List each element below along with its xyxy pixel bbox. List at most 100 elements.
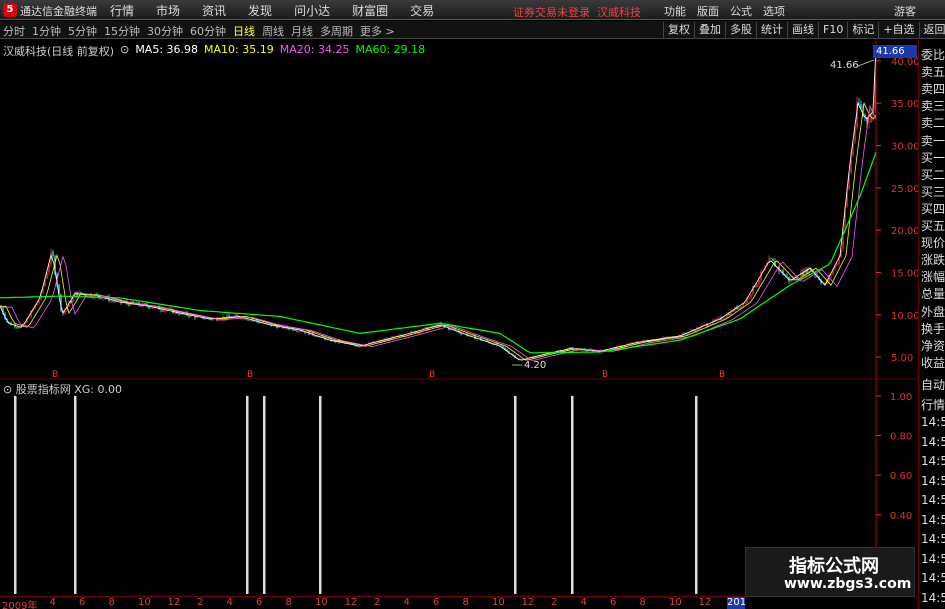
period-tab[interactable]: 周线 — [262, 23, 284, 39]
period-tab[interactable]: 更多 > — [360, 23, 395, 39]
chart-tool-button[interactable]: F10 — [818, 22, 847, 38]
candle-body — [694, 330, 696, 332]
menu-item-formula[interactable]: 公式 — [730, 3, 752, 19]
buy-marker: B — [247, 370, 253, 380]
chart-tool-button[interactable]: 复权 — [663, 22, 694, 38]
side-panel-label: 卖五 — [921, 65, 945, 80]
ma10-value: MA10: 35.19 — [204, 43, 274, 56]
period-tab[interactable]: 60分钟 — [190, 23, 226, 39]
candle-body — [750, 294, 752, 298]
candle-body — [758, 279, 760, 284]
chart-tool-button[interactable]: 叠加 — [694, 22, 725, 38]
main-y-tick-label: 25.00 — [891, 184, 918, 195]
ma10-line — [0, 101, 877, 361]
xg-signal-bar — [514, 395, 517, 594]
right-menu: 功能 版面 公式 选项 — [664, 3, 796, 19]
menu-item-market[interactable]: 市场 — [156, 2, 180, 19]
menu-item-ask[interactable]: 问小达 — [294, 2, 330, 19]
period-tab[interactable]: 30分钟 — [147, 23, 183, 39]
menu-item-wealth[interactable]: 财富圈 — [352, 2, 388, 19]
login-warning[interactable]: 证券交易未登录 汉威科技 — [513, 4, 641, 20]
period-tabs: 分时 1分钟 5分钟 15分钟 30分钟 60分钟 日线 周线 月线 多周期 更多 > — [3, 23, 402, 39]
candle-body — [16, 327, 18, 328]
ma5-value: MA5: 36.98 — [135, 43, 199, 56]
sub-y-tick-label: 0.60 — [890, 471, 912, 482]
period-tab[interactable]: 月线 — [291, 23, 313, 39]
period-tab[interactable]: 分时 — [3, 23, 25, 39]
candle-body — [452, 328, 454, 330]
period-tab[interactable]: 1分钟 — [32, 23, 61, 39]
side-panel-label: 14:5 — [921, 590, 945, 605]
candle-body — [738, 306, 740, 310]
sub-y-tick-label: 0.40 — [890, 511, 912, 522]
candle-body — [18, 327, 20, 329]
chart-tool-button[interactable]: 标记 — [847, 22, 878, 38]
side-panel-label: 行情 — [921, 397, 945, 412]
main-menu: 行情 市场 资讯 发现 问小达 财富圈 交易 — [110, 2, 456, 19]
candle-body — [296, 330, 298, 332]
time-axis-label: 10 — [315, 597, 328, 608]
chart-tool-button[interactable]: +自选 — [878, 22, 918, 38]
collapse-icon[interactable]: ⊙ — [120, 43, 129, 59]
candle-body — [160, 309, 162, 311]
side-panel-label: 涨跌 — [921, 253, 945, 268]
menu-item-layout[interactable]: 版面 — [697, 3, 719, 19]
menu-item-trade[interactable]: 交易 — [410, 2, 434, 19]
chart-tool-button[interactable]: 返回 — [918, 22, 945, 38]
side-panel-label: 14:50 — [921, 473, 945, 488]
side-panel-label: 买四 — [921, 201, 945, 216]
year-scroll-box[interactable]: 201 — [727, 597, 746, 609]
watermark-title: 指标公式网 — [789, 556, 879, 577]
chart-tool-button[interactable]: 统计 — [756, 22, 787, 38]
candle-body — [246, 319, 248, 321]
menu-item-discover[interactable]: 发现 — [248, 2, 272, 19]
side-panel-label: 换手 — [921, 321, 945, 336]
indicator-collapse-icon[interactable]: ⊙ — [3, 383, 12, 396]
xg-signal-bar — [74, 395, 77, 594]
candle-body — [52, 251, 54, 256]
period-tab[interactable]: 多周期 — [320, 23, 353, 39]
side-panel-label: 14:50 — [921, 434, 945, 449]
candle-body — [360, 346, 362, 348]
chart-tool-button[interactable]: 画线 — [787, 22, 818, 38]
candle-body — [860, 104, 862, 109]
menu-item-function[interactable]: 功能 — [664, 3, 686, 19]
candle-body — [228, 315, 230, 318]
side-panel-label: 卖二 — [921, 116, 945, 131]
time-axis-label: 4 — [580, 597, 587, 608]
side-panel-label: 卖一 — [921, 133, 945, 148]
min-price-label: 4.20 — [524, 360, 546, 371]
time-axis-label: 4 — [403, 597, 410, 608]
menu-item-news[interactable]: 资讯 — [202, 2, 226, 19]
candle-body — [328, 338, 330, 340]
period-tab[interactable]: 5分钟 — [68, 23, 97, 39]
candle-body — [248, 319, 250, 321]
main-y-tick-label: 15.00 — [891, 268, 918, 279]
candle-body — [178, 313, 180, 315]
side-panel-label: 现价 — [921, 236, 945, 251]
kline-chart[interactable]: 5.00 10.00 15.00 20.00 25.00 30.00 35.00 40.00 B… — [0, 40, 918, 380]
xg-value: XG: 0.00 — [74, 383, 122, 396]
xg-signal-bar — [571, 395, 574, 594]
time-axis-label: 8 — [462, 597, 469, 608]
candle-body — [772, 258, 774, 262]
side-panel-label: 买一 — [921, 150, 945, 165]
side-panel-label: 收益 — [921, 355, 945, 370]
menu-item-quotes[interactable]: 行情 — [110, 2, 134, 19]
period-tab[interactable]: 15分钟 — [104, 23, 140, 39]
time-axis-label: 8 — [108, 597, 115, 608]
menu-item-options[interactable]: 选项 — [763, 3, 785, 19]
app-title: 通达信金融终端 — [20, 5, 97, 18]
side-panel-label: 委比 — [921, 48, 945, 62]
stock-name-link[interactable]: 汉威科技 — [597, 6, 641, 19]
period-tab[interactable]: 日线 — [233, 23, 255, 39]
buy-marker: B — [429, 370, 435, 380]
candle-body — [770, 258, 772, 260]
candle-body — [806, 268, 808, 274]
time-axis-label: 2009年 — [2, 601, 38, 609]
main-y-tick-label: 5.00 — [891, 353, 913, 364]
guest-user[interactable]: 游客 — [894, 3, 916, 19]
candle-body — [298, 330, 300, 332]
chart-tool-button[interactable]: 多股 — [725, 22, 756, 38]
candle-body — [748, 297, 750, 299]
